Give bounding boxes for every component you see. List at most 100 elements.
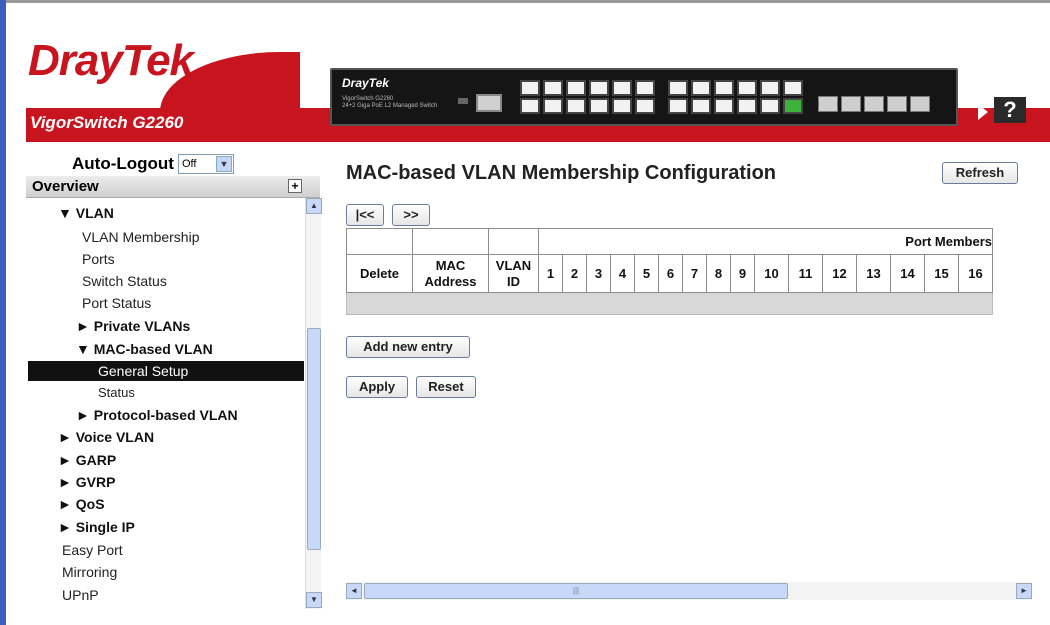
device-panel-image[interactable]: DrayTek VigorSwitch G2260 24+2 Giga PoE L… — [330, 68, 958, 126]
sidebar-scrollbar[interactable]: ▲ ▼ — [305, 198, 322, 609]
port-header: 11 — [788, 254, 823, 293]
empty-cell — [346, 292, 993, 315]
sidebar-item-private-vlans[interactable]: ► Private VLANs — [76, 318, 190, 334]
port-icon[interactable] — [543, 80, 563, 96]
first-page-button[interactable]: |<< — [346, 204, 384, 226]
reset-button[interactable]: Reset — [416, 376, 476, 398]
auto-logout-value: Off — [181, 158, 197, 170]
sidebar-item-vlan[interactable]: ▼ VLAN — [58, 205, 114, 221]
sidebar-item-general-setup[interactable]: General Setup — [28, 361, 304, 381]
add-new-entry-button[interactable]: Add new entry — [346, 336, 470, 358]
play-icon[interactable] — [978, 104, 988, 120]
sidebar-item-protocol-based-vlan[interactable]: ► Protocol-based VLAN — [76, 407, 238, 423]
scroll-left-icon[interactable]: ◄ — [346, 583, 362, 599]
sidebar-item-qos[interactable]: ► QoS — [58, 496, 105, 512]
device-subtitle: 24+2 Giga PoE L2 Managed Switch — [342, 103, 438, 109]
scroll-right-icon[interactable]: ► — [1016, 583, 1032, 599]
chevron-down-icon[interactable]: ▼ — [215, 156, 232, 172]
sfp-port-icon[interactable] — [818, 96, 838, 112]
scroll-up-icon[interactable]: ▲ — [306, 198, 322, 214]
sidebar-item-single-ip[interactable]: ► Single IP — [58, 519, 135, 535]
sidebar-item-vlan-membership[interactable]: VLAN Membership — [82, 229, 200, 245]
console-port-icon — [476, 94, 502, 112]
device-model: VigorSwitch G2260 — [342, 96, 394, 102]
vlan-table: Port Members Delete MAC Address VLAN ID … — [346, 228, 1032, 316]
port-header: 5 — [634, 254, 659, 293]
auto-logout-label: Auto-Logout — [72, 154, 174, 173]
app-window: DrayTek VigorSwitch G2260 DrayTek VigorS… — [0, 0, 1050, 625]
scroll-down-icon[interactable]: ▼ — [306, 592, 322, 608]
port-icon[interactable] — [589, 98, 609, 114]
auto-logout-select[interactable]: Off ▼ — [177, 154, 234, 174]
port-icon[interactable] — [691, 98, 711, 114]
port-icon[interactable] — [612, 80, 632, 96]
port-header: 4 — [610, 254, 635, 293]
sidebar-item-switch-status[interactable]: Switch Status — [82, 273, 167, 289]
sidebar-item-mac-based-vlan[interactable]: ▼ MAC-based VLAN — [76, 341, 213, 357]
refresh-button[interactable]: Refresh — [942, 162, 1018, 184]
port-icon[interactable] — [520, 80, 540, 96]
sidebar-scroll-thumb[interactable] — [307, 328, 321, 550]
port-icon[interactable] — [714, 80, 734, 96]
port-active-icon[interactable] — [783, 98, 803, 114]
port-icon[interactable] — [566, 80, 586, 96]
table-empty-row — [346, 292, 993, 315]
apply-button[interactable]: Apply — [346, 376, 408, 398]
device-brand: DrayTek — [342, 76, 389, 90]
port-header: 16 — [958, 254, 993, 293]
overview-header[interactable]: Overview + — [26, 176, 320, 198]
sidebar-item-garp[interactable]: ► GARP — [58, 452, 116, 468]
port-icon[interactable] — [520, 98, 540, 114]
port-icon[interactable] — [543, 98, 563, 114]
port-header: 1 — [538, 254, 563, 293]
port-icon[interactable] — [566, 98, 586, 114]
port-icon[interactable] — [737, 80, 757, 96]
sidebar-item-mirroring[interactable]: Mirroring — [62, 564, 117, 580]
sidebar-item-gvrp[interactable]: ► GVRP — [58, 474, 115, 490]
sidebar-item-ports[interactable]: Ports — [82, 251, 115, 267]
port-icon[interactable] — [612, 98, 632, 114]
port-icon[interactable] — [737, 98, 757, 114]
sidebar-item-easy-port[interactable]: Easy Port — [62, 542, 123, 558]
device-model-text: VigorSwitch G2260 24+2 Giga PoE L2 Manage… — [342, 96, 437, 110]
port-header: 12 — [822, 254, 857, 293]
port-header: 14 — [890, 254, 925, 293]
sidebar-item-port-status[interactable]: Port Status — [82, 295, 151, 311]
sfp-port-icon[interactable] — [887, 96, 907, 112]
port-icon[interactable] — [783, 80, 803, 96]
sidebar-item-voice-vlan[interactable]: ► Voice VLAN — [58, 429, 154, 445]
sfp-port-icon[interactable] — [910, 96, 930, 112]
sfp-port-icon[interactable] — [864, 96, 884, 112]
next-page-button[interactable]: >> — [392, 204, 430, 226]
port-header: 3 — [586, 254, 611, 293]
sidebar-item-upnp[interactable]: UPnP — [62, 587, 99, 603]
help-button[interactable]: ? — [994, 97, 1026, 123]
model-name: VigorSwitch G2260 — [30, 113, 184, 132]
port-header: 6 — [658, 254, 683, 293]
port-icon[interactable] — [714, 98, 734, 114]
port-icon[interactable] — [635, 80, 655, 96]
port-icon[interactable] — [691, 80, 711, 96]
port-icon[interactable] — [668, 98, 688, 114]
port-icon[interactable] — [589, 80, 609, 96]
port-icon[interactable] — [760, 98, 780, 114]
sidebar-item-status[interactable]: Status — [98, 385, 135, 400]
sfp-port-icon[interactable] — [841, 96, 861, 112]
auto-logout: Auto-Logout Off ▼ — [72, 154, 234, 174]
logo-dray-text: Dray — [28, 36, 123, 85]
left-border — [0, 0, 6, 625]
header-spacer — [346, 228, 413, 255]
sfp-port-group — [818, 80, 930, 116]
port-header: 7 — [682, 254, 707, 293]
main-horizontal-scrollbar[interactable]: ◄ ||| ► — [346, 582, 1032, 600]
port-header: 9 — [730, 254, 755, 293]
port-icon[interactable] — [668, 80, 688, 96]
port-icon[interactable] — [760, 80, 780, 96]
port-header: 2 — [562, 254, 587, 293]
port-group-2 — [668, 80, 803, 116]
main-scroll-thumb[interactable]: ||| — [364, 583, 788, 599]
port-members-header: Port Members — [538, 228, 993, 255]
port-icon[interactable] — [635, 98, 655, 114]
delete-header: Delete — [346, 254, 413, 293]
expand-plus-icon[interactable]: + — [288, 179, 302, 193]
